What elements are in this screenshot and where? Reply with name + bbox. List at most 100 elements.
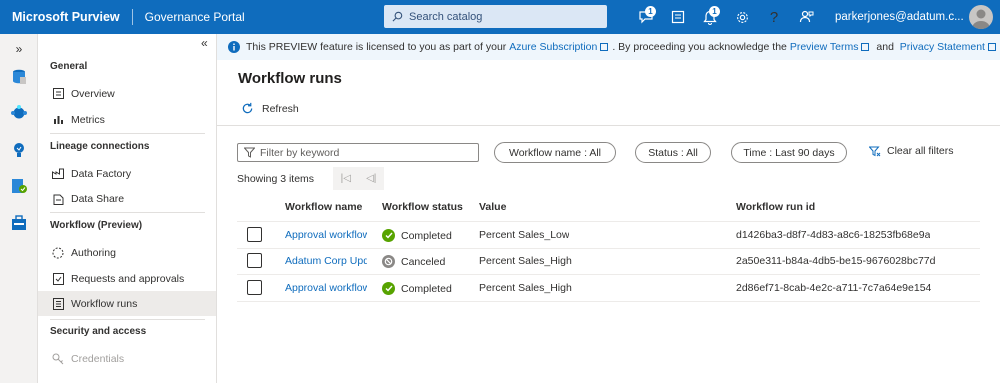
icon-rail: » <box>0 34 38 383</box>
collapse-nav-icon[interactable]: « <box>201 36 208 50</box>
user-account[interactable]: parkerjones@adatum.c... <box>835 0 964 34</box>
authoring-icon <box>51 247 65 259</box>
clear-filter-icon <box>869 146 881 156</box>
directory-icon[interactable] <box>662 0 694 34</box>
search-placeholder: Search catalog <box>409 10 483 23</box>
avatar[interactable] <box>969 5 993 29</box>
table-row[interactable]: Approval workflow Completed Percent Sale… <box>237 275 980 302</box>
time-filter-pill[interactable]: Time : Last 90 days <box>731 142 847 163</box>
pagination: |◁ ◁| <box>333 167 384 190</box>
table-row[interactable]: Adatum Corp Update Canceled Percent Sale… <box>237 248 980 275</box>
banner-text: This PREVIEW feature is licensed to you … <box>246 41 507 53</box>
brand-name[interactable]: Microsoft Purview <box>12 10 120 24</box>
clear-filters-label: Clear all filters <box>887 145 954 157</box>
sidebar-item-label: Credentials <box>71 352 125 365</box>
overview-icon <box>51 88 65 99</box>
user-feedback-icon[interactable] <box>790 0 822 34</box>
value-cell: Percent Sales_High <box>479 282 572 294</box>
sidebar-item-requests[interactable]: Requests and approvals <box>38 266 216 291</box>
nav-section-lineage: Lineage connections <box>50 141 150 152</box>
filter-icon <box>244 147 255 158</box>
feedback-icon[interactable]: 1 <box>630 0 662 34</box>
run-id-cell: 2d86ef71-8cab-4e2c-a711-7c7a64e9e154 <box>736 282 932 294</box>
side-nav: « General Overview Metrics Lineage conne… <box>38 34 217 383</box>
value-cell: Percent Sales_High <box>479 255 572 267</box>
workflow-name-link[interactable]: Approval workflow <box>285 229 367 241</box>
metrics-icon <box>51 114 65 125</box>
canceled-icon <box>382 255 395 268</box>
status-text: Completed <box>401 282 452 295</box>
nav-divider <box>50 212 205 213</box>
run-id-cell: 2a50e311-b84a-4db5-be15-9676028bc77d <box>736 255 936 267</box>
sidebar-item-authoring[interactable]: Authoring <box>38 240 216 265</box>
expand-rail-icon[interactable]: » <box>6 36 32 62</box>
sidebar-item-data-share[interactable]: Data Share <box>38 186 216 211</box>
external-link-icon <box>987 43 996 51</box>
refresh-label: Refresh <box>262 102 299 115</box>
sidebar-item-label: Authoring <box>71 246 116 259</box>
status-filter-pill[interactable]: Status : All <box>635 142 711 163</box>
workflow-status: Canceled <box>382 255 445 268</box>
insights-icon[interactable] <box>6 137 32 163</box>
sidebar-item-workflow-runs[interactable]: Workflow runs <box>38 291 216 316</box>
table-row[interactable]: Approval workflow Completed Percent Sale… <box>237 222 980 249</box>
preview-terms-link[interactable]: Preview Terms <box>790 41 859 53</box>
column-header-workflow-status[interactable]: Workflow status <box>382 201 463 213</box>
sidebar-item-data-factory[interactable]: Data Factory <box>38 161 216 186</box>
header-divider <box>131 9 133 25</box>
sidebar-item-label: Overview <box>71 87 115 100</box>
help-icon[interactable]: ? <box>758 0 790 34</box>
portal-name[interactable]: Governance Portal <box>145 10 245 24</box>
first-page-icon[interactable]: |◁ <box>341 173 351 184</box>
user-email: parkerjones@adatum.c... <box>835 11 964 23</box>
data-catalog-icon[interactable] <box>6 64 32 90</box>
data-map-icon[interactable] <box>6 100 32 126</box>
privacy-statement-link[interactable]: Privacy Statement <box>900 41 985 53</box>
preview-banner: This PREVIEW feature is licensed to you … <box>217 34 1000 60</box>
sidebar-item-label: Workflow runs <box>71 297 138 310</box>
status-text: Canceled <box>401 255 446 268</box>
sidebar-item-label: Data Share <box>71 192 125 205</box>
banner-text: and <box>876 41 894 53</box>
column-header-value[interactable]: Value <box>479 201 506 213</box>
policy-icon[interactable] <box>6 173 32 199</box>
banner-text: . By proceeding you acknowledge the <box>612 41 787 53</box>
row-checkbox[interactable] <box>247 227 262 242</box>
page-title: Workflow runs <box>238 70 342 87</box>
filter-by-keyword[interactable] <box>237 143 479 162</box>
refresh-icon <box>242 102 253 114</box>
settings-gear-icon[interactable] <box>726 0 758 34</box>
row-checkbox[interactable] <box>247 280 262 295</box>
azure-subscription-link[interactable]: Azure Subscription <box>509 41 597 53</box>
sidebar-item-credentials[interactable]: Credentials <box>38 346 216 371</box>
sidebar-item-metrics[interactable]: Metrics <box>38 107 216 132</box>
workflow-name-link[interactable]: Approval workflow <box>285 282 367 294</box>
column-header-run-id[interactable]: Workflow run id <box>736 201 815 213</box>
items-count: Showing 3 items <box>237 173 315 185</box>
filter-input[interactable] <box>260 146 460 159</box>
external-link-icon <box>861 43 870 51</box>
notifications-badge: 1 <box>709 6 720 17</box>
clear-all-filters-button[interactable]: Clear all filters <box>869 145 954 157</box>
nav-divider <box>50 319 205 320</box>
workflow-name-filter-pill[interactable]: Workflow name : All <box>494 142 616 163</box>
completed-check-icon <box>382 229 395 242</box>
column-header-workflow-name[interactable]: Workflow name <box>285 201 362 213</box>
management-icon[interactable] <box>6 210 32 236</box>
nav-section-general: General <box>50 61 88 72</box>
runs-icon <box>51 297 65 310</box>
feedback-badge: 1 <box>645 6 656 17</box>
workflow-status: Completed <box>382 229 452 242</box>
workflow-name-link[interactable]: Adatum Corp Update <box>285 255 367 267</box>
factory-icon <box>51 168 65 179</box>
external-link-icon <box>600 43 609 51</box>
search-box[interactable]: Search catalog <box>384 5 607 28</box>
refresh-button[interactable]: Refresh <box>241 102 299 115</box>
row-checkbox[interactable] <box>247 253 262 268</box>
notifications-icon[interactable]: 1 <box>694 0 726 34</box>
sidebar-item-overview[interactable]: Overview <box>38 81 216 106</box>
nav-divider <box>50 133 205 134</box>
completed-check-icon <box>382 282 395 295</box>
sidebar-item-label: Data Factory <box>71 167 132 180</box>
previous-page-icon[interactable]: ◁| <box>366 173 376 184</box>
